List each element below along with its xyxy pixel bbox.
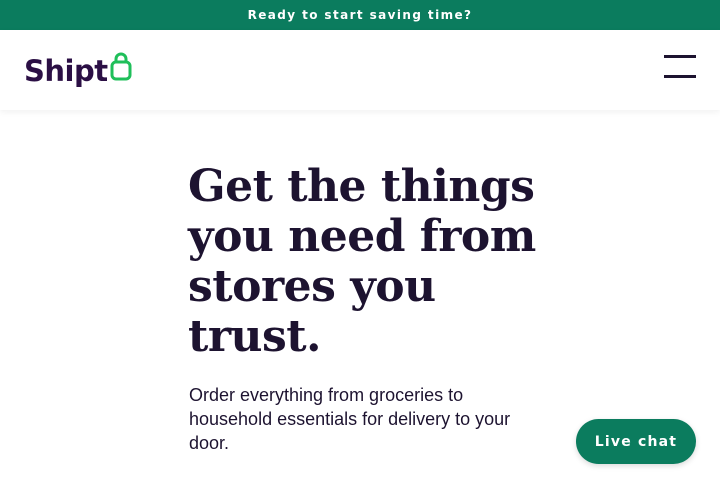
logo-wordmark: Shipt (24, 54, 108, 88)
promo-text[interactable]: Ready to start saving time? (248, 8, 473, 22)
promo-banner[interactable]: Ready to start saving time? (0, 0, 720, 30)
menu-line (664, 75, 696, 78)
hamburger-menu-icon[interactable] (662, 52, 698, 82)
hero-heading: Get the things you need from stores you … (188, 161, 536, 362)
shopping-bag-icon (110, 51, 132, 85)
site-header: Shipt (0, 30, 720, 110)
hero-subheading: Order everything from groceries to house… (189, 385, 511, 453)
live-chat-button[interactable]: Live chat (576, 419, 696, 464)
menu-line (664, 55, 696, 58)
shipt-logo[interactable]: Shipt (24, 50, 132, 86)
live-chat-label: Live chat (594, 433, 678, 450)
